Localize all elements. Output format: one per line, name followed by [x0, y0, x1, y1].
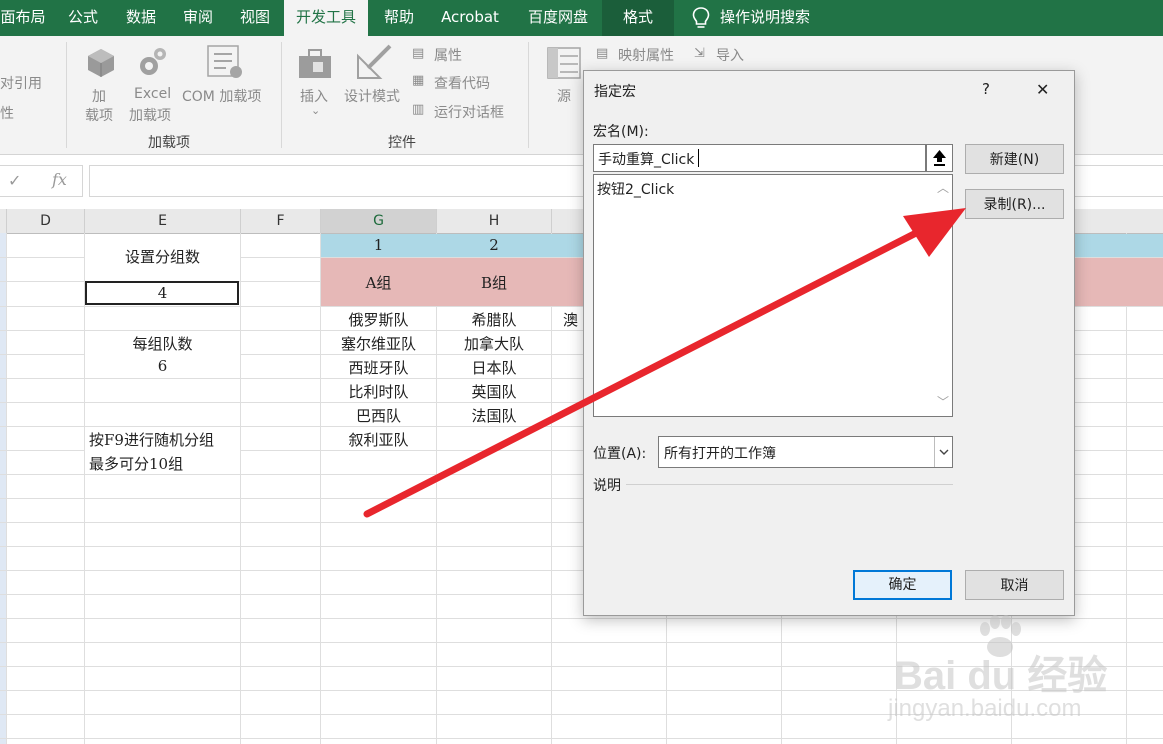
- baidu-watermark: Bai du 经验 jingyan.baidu.com: [880, 615, 1163, 744]
- watermark-brand: Bai du 经验: [894, 654, 1108, 698]
- watermark-url: jingyan.baidu.com: [888, 695, 1082, 722]
